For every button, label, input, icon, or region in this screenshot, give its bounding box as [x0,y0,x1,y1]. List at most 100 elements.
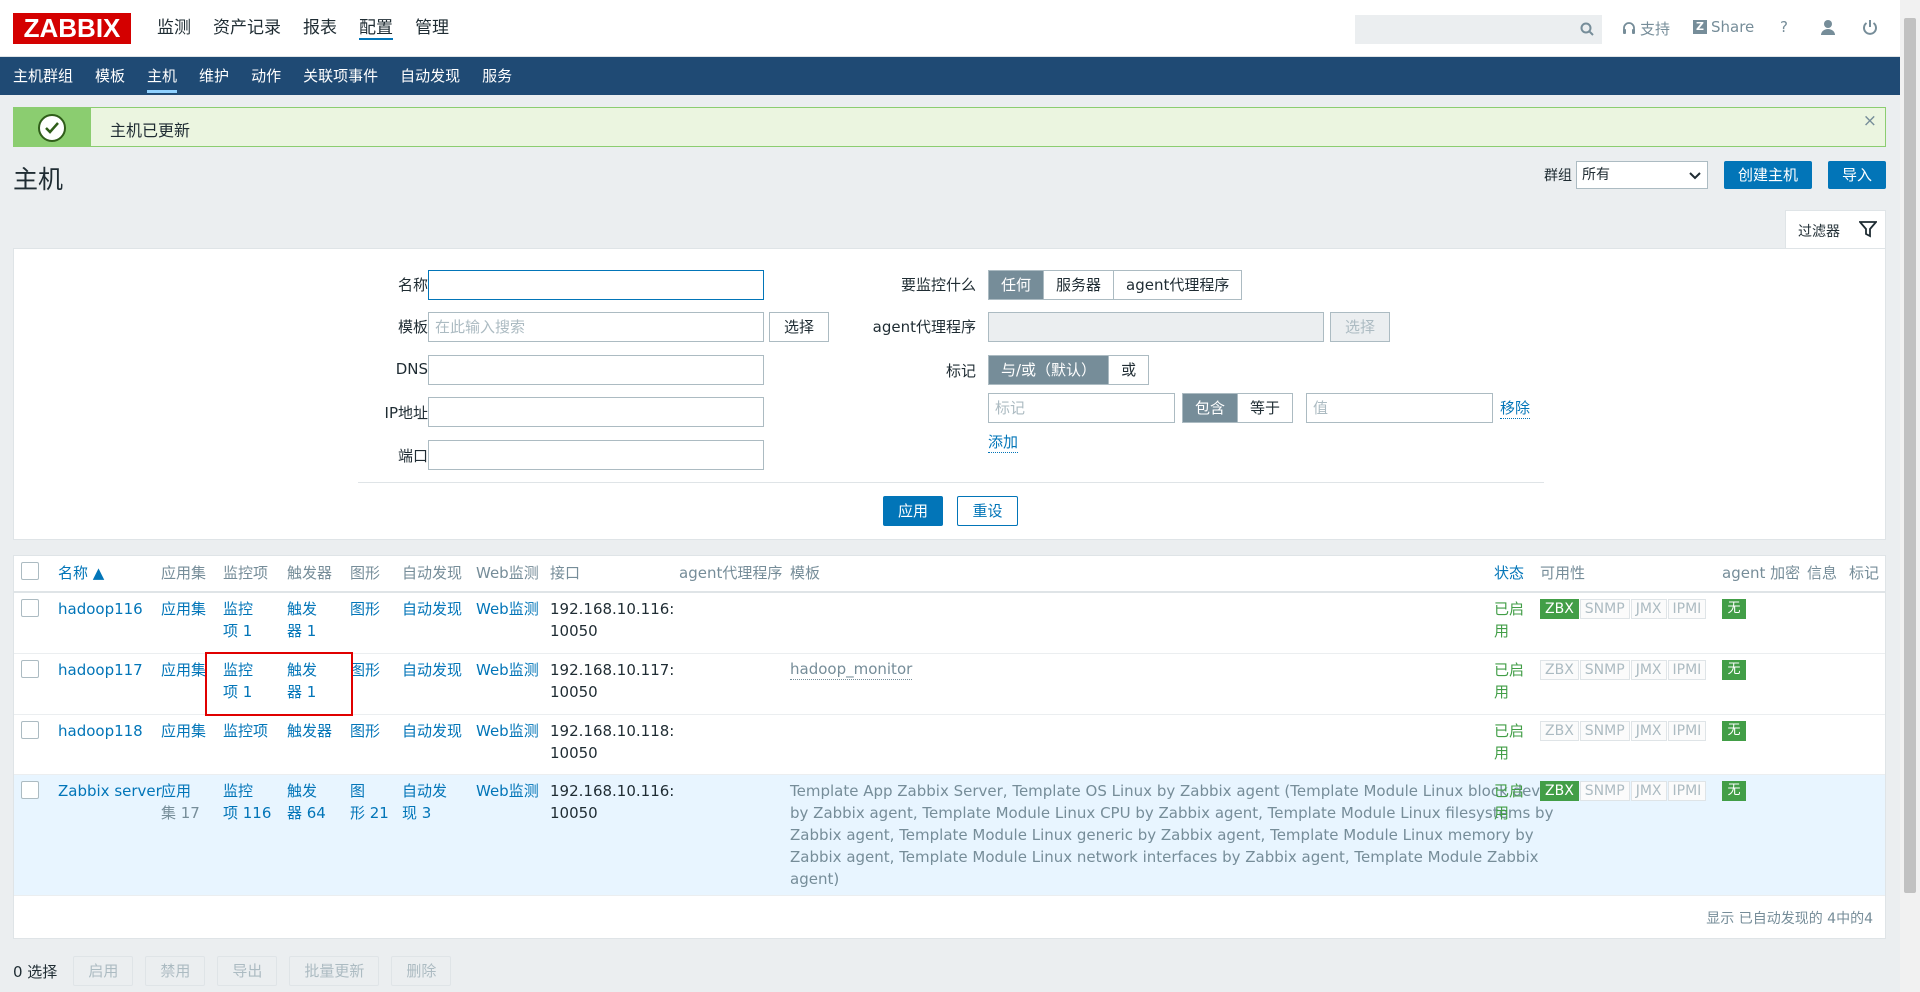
tag-contains-option[interactable]: 包含 [1183,394,1239,422]
host-name-link[interactable]: hadoop116 [58,598,143,620]
web-link[interactable]: Web监测 [476,598,539,620]
apps-link[interactable]: 应用集 [161,659,206,681]
sub-menu-templates[interactable]: 模板 [84,57,136,95]
apps-link-line2: 集 17 [161,804,200,822]
discovery-link[interactable]: 自动发现 [402,720,462,742]
mass-update-button[interactable]: 批量更新 [289,956,380,986]
templates-line[interactable]: agent) [790,868,1490,890]
main-menu-monitoring[interactable]: 监测 [146,0,202,57]
template-input[interactable]: 在此输入搜索 [428,312,764,342]
scrollbar-thumb[interactable] [1904,18,1916,893]
status-line1: 已启 [1494,722,1525,740]
graphs-link[interactable]: 图形 21 [350,780,389,824]
sub-menu-services[interactable]: 服务 [471,57,523,95]
search-icon[interactable] [1580,22,1594,36]
sub-menu-correlation[interactable]: 关联项事件 [292,57,389,95]
sub-menu-hosts[interactable]: 主机 [136,57,188,95]
discovery-link[interactable]: 自动发现 3 [402,780,447,824]
monitor-any-option[interactable]: 任何 [989,271,1045,299]
port-input[interactable] [428,440,764,470]
select-all-checkbox[interactable] [21,562,39,580]
col-status-header[interactable]: 状态 [1494,562,1524,583]
tag-value-input[interactable]: 值 [1306,393,1493,423]
web-link[interactable]: Web监测 [476,659,539,681]
logout-button[interactable] [1862,19,1878,35]
triggers-link[interactable]: 触发器 64 [287,780,326,824]
triggers-link[interactable]: 触发器 [287,720,332,742]
status-link[interactable]: 已启用 [1494,780,1524,824]
items-link[interactable]: 监控项 [223,720,268,742]
monitor-server-option[interactable]: 服务器 [1044,271,1115,299]
discovery-link[interactable]: 自动发现 [402,598,462,620]
global-search-input[interactable] [1355,15,1602,44]
host-name-link[interactable]: hadoop117 [58,659,143,681]
sub-menu-actions[interactable]: 动作 [240,57,292,95]
status-link[interactable]: 已启用 [1494,598,1524,642]
dns-input[interactable] [428,355,764,385]
row-checkbox[interactable] [21,660,39,678]
delete-button[interactable]: 删除 [391,956,452,986]
enable-button[interactable]: 启用 [73,956,134,986]
templates-line[interactable]: Template App Zabbix Server, Template OS … [790,780,1570,802]
graphs-link[interactable]: 图形 [350,720,380,742]
share-link[interactable]: Z Share [1693,18,1754,36]
templates-line[interactable]: Zabbix agent, Template Module Linux gene… [790,824,1534,846]
col-name-header[interactable]: 名称 ▲ [58,562,104,583]
web-link[interactable]: Web监测 [476,720,539,742]
status-link[interactable]: 已启用 [1494,659,1524,703]
main-menu-reports[interactable]: 报表 [292,0,348,57]
items-link[interactable]: 监控项 1 [223,598,253,642]
main-menu-configuration[interactable]: 配置 [348,0,404,57]
page-scrollbar[interactable] [1900,0,1920,992]
support-link[interactable]: 支持 [1622,18,1670,39]
host-name-link[interactable]: Zabbix server [58,780,162,802]
items-link[interactable]: 监控项 116 [223,780,271,824]
close-message-icon[interactable]: × [1863,111,1877,131]
tag-equals-option[interactable]: 等于 [1238,394,1293,422]
host-name-link[interactable]: hadoop118 [58,720,143,742]
tag-name-input[interactable]: 标记 [988,393,1175,423]
group-select[interactable]: 所有 [1576,161,1708,189]
apply-button[interactable]: 应用 [883,496,943,526]
row-checkbox[interactable] [21,781,39,799]
help-link[interactable]: ? [1780,18,1788,36]
sub-menu-maintenance[interactable]: 维护 [188,57,240,95]
discovery-link[interactable]: 自动发现 [402,659,462,681]
sub-menu-discovery[interactable]: 自动发现 [389,57,471,95]
web-link[interactable]: Web监测 [476,780,539,802]
zabbix-logo[interactable]: ZABBIX [13,13,131,44]
reset-button[interactable]: 重设 [957,496,1018,526]
row-checkbox[interactable] [21,721,39,739]
export-button[interactable]: 导出 [217,956,278,986]
filter-tab[interactable]: 过滤器 [1785,210,1886,249]
template-select-button[interactable]: 选择 [769,312,829,342]
remove-tag-link[interactable]: 移除 [1500,397,1531,419]
row-checkbox[interactable] [21,599,39,617]
triggers-link[interactable]: 触发器 1 [287,598,317,642]
apps-link[interactable]: 应用集 [161,598,206,620]
add-tag-link[interactable]: 添加 [988,431,1019,453]
create-host-button[interactable]: 创建主机 [1724,161,1813,189]
templates-line[interactable]: by Zabbix agent, Template Module Linux C… [790,802,1553,824]
monitor-proxy-option[interactable]: agent代理程序 [1114,271,1242,299]
main-menu-inventory[interactable]: 资产记录 [202,0,292,57]
apps-link[interactable]: 应用集 17 [161,780,200,824]
ip-input[interactable] [428,397,764,427]
tags-or-option[interactable]: 或 [1109,356,1149,384]
graphs-link[interactable]: 图形 [350,659,380,681]
ipmi-badge: IPMI [1667,721,1707,741]
jmx-badge: JMX [1630,599,1667,619]
apps-link[interactable]: 应用集 [161,720,206,742]
profile-button[interactable] [1820,19,1836,35]
disable-button[interactable]: 禁用 [145,956,206,986]
tags-and-or-option[interactable]: 与/或（默认） [989,356,1110,384]
status-link[interactable]: 已启用 [1494,720,1524,764]
sub-menu-host-groups[interactable]: 主机群组 [2,57,84,95]
graphs-link[interactable]: 图形 [350,598,380,620]
templates-line[interactable]: Zabbix agent, Template Module Linux netw… [790,846,1539,868]
main-menu-administration[interactable]: 管理 [404,0,460,57]
import-button[interactable]: 导入 [1828,161,1887,189]
name-input[interactable] [428,270,764,300]
template-link[interactable]: hadoop_monitor [790,659,913,680]
triggers-link-line2: 器 64 [287,804,326,822]
